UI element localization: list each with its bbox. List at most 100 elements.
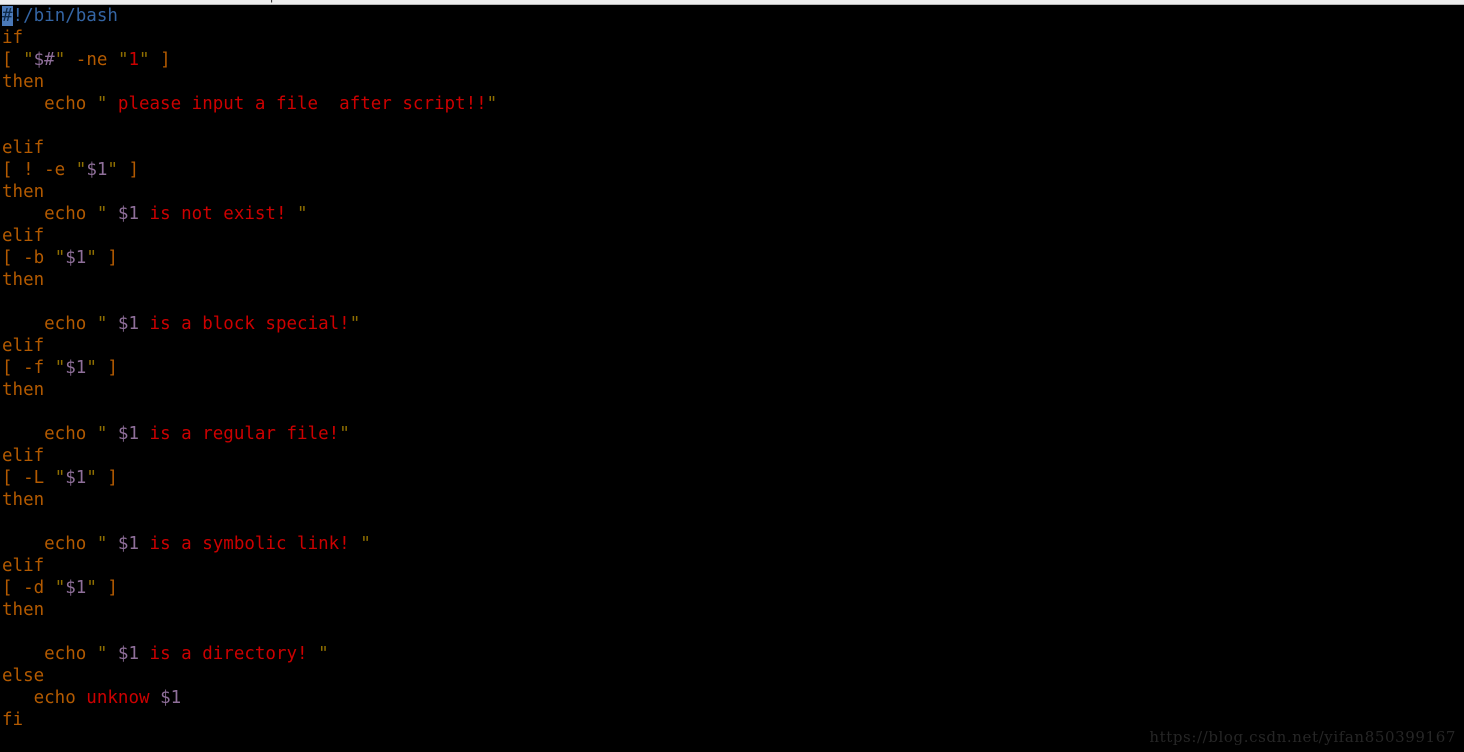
code-token: elif [2, 446, 45, 466]
code-token: else [2, 666, 45, 686]
menu-item-file[interactable]: File [4, 0, 41, 4]
code-line: elif [0, 555, 1464, 577]
code-line: [ ! -e "$1" ] [0, 159, 1464, 181]
code-token: " [23, 50, 34, 70]
menu-item-edit[interactable]: Edit [41, 0, 80, 4]
code-token: " [96, 644, 108, 664]
code-token: then [2, 182, 45, 202]
code-token: " [54, 358, 66, 378]
code-token: " [117, 50, 129, 70]
code-line: then [0, 379, 1464, 401]
menu-item-terminal[interactable]: Terminal [180, 0, 243, 4]
code-token: is a symbolic link! [139, 534, 361, 554]
code-token: " [486, 94, 498, 114]
code-token: !/bin/bash [12, 6, 118, 26]
code-token: echo [2, 644, 97, 664]
code-token: echo [2, 688, 87, 708]
code-token: $1 [117, 534, 139, 554]
code-token: [ -f [2, 358, 55, 378]
code-line: [ -b "$1" ] [0, 247, 1464, 269]
code-token: " [318, 644, 329, 664]
code-token: " [360, 534, 371, 554]
code-token: [ ! -e [2, 160, 76, 180]
code-token: ] [117, 160, 140, 180]
code-line: echo " $1 is a block special!" [0, 313, 1464, 335]
code-token: echo [2, 204, 97, 224]
code-token: [ -L [2, 468, 55, 488]
code-token: elif [2, 226, 45, 246]
code-token: $1 [117, 424, 139, 444]
code-token: " [86, 358, 97, 378]
code-token: [ [2, 50, 24, 70]
code-token: echo [2, 94, 97, 114]
code-token: then [2, 600, 45, 620]
code-token: " [297, 204, 308, 224]
code-line: then [0, 181, 1464, 203]
code-line: echo " please input a file after script!… [0, 93, 1464, 115]
code-token: $1 [65, 358, 87, 378]
code-token: " [96, 94, 108, 114]
code-token: fi [2, 710, 24, 730]
code-line: then [0, 489, 1464, 511]
code-token: is a directory! [139, 644, 319, 664]
code-token: $1 [65, 578, 87, 598]
code-token: $1 [65, 248, 87, 268]
code-line: [ -d "$1" ] [0, 577, 1464, 599]
code-token: is a regular file! [139, 424, 340, 444]
code-token: " [107, 160, 118, 180]
code-token: elif [2, 336, 45, 356]
terminal-window: File Edit View Search Terminal Help #!/b… [0, 0, 1464, 752]
code-token: then [2, 380, 45, 400]
code-token: ] [96, 358, 118, 378]
code-token: -ne [65, 50, 118, 70]
code-line: [ -L "$1" ] [0, 467, 1464, 489]
code-token: echo [2, 534, 97, 554]
code-line: then [0, 269, 1464, 291]
code-line: echo " $1 is a symbolic link! " [0, 533, 1464, 555]
code-token: $1 [117, 204, 139, 224]
terminal-text-area[interactable]: #!/bin/bash if[ "$#" -ne "1" ] then echo "… [0, 5, 1464, 752]
text-cursor: # [2, 6, 13, 26]
code-line: elif [0, 335, 1464, 357]
code-token: " [54, 468, 66, 488]
code-token: ] [96, 248, 118, 268]
code-token: $1 [65, 468, 87, 488]
code-token: then [2, 270, 45, 290]
menu-item-search[interactable]: Search [124, 0, 180, 4]
code-token: unknow [86, 688, 150, 708]
code-line: echo " $1 is not exist! " [0, 203, 1464, 225]
code-token: please input a file after script!! [107, 94, 487, 114]
code-token: " [96, 424, 108, 444]
code-line: [ -f "$1" ] [0, 357, 1464, 379]
code-token: ] [96, 468, 118, 488]
code-token: elif [2, 138, 45, 158]
code-token: then [2, 72, 45, 92]
code-token: " [86, 468, 97, 488]
code-line: echo " $1 is a regular file!" [0, 423, 1464, 445]
menu-item-view[interactable]: View [80, 0, 124, 4]
code-token: ] [96, 578, 118, 598]
code-line: echo unknow $1 [0, 687, 1464, 709]
code-line: #!/bin/bash [0, 5, 1464, 27]
menu-item-help[interactable]: Help [243, 0, 286, 4]
code-token: $1 [160, 688, 182, 708]
code-token: " [86, 248, 97, 268]
code-token: $1 [86, 160, 108, 180]
code-token: [ -d [2, 578, 55, 598]
code-token: " [54, 248, 66, 268]
code-token: " [339, 424, 350, 444]
code-token: " [139, 50, 150, 70]
code-token: " [54, 50, 66, 70]
code-line: elif [0, 225, 1464, 247]
code-line: echo " $1 is a directory! " [0, 643, 1464, 665]
code-token: elif [2, 556, 45, 576]
code-token: " [96, 534, 108, 554]
code-line: then [0, 71, 1464, 93]
code-token: $1 [117, 644, 139, 664]
